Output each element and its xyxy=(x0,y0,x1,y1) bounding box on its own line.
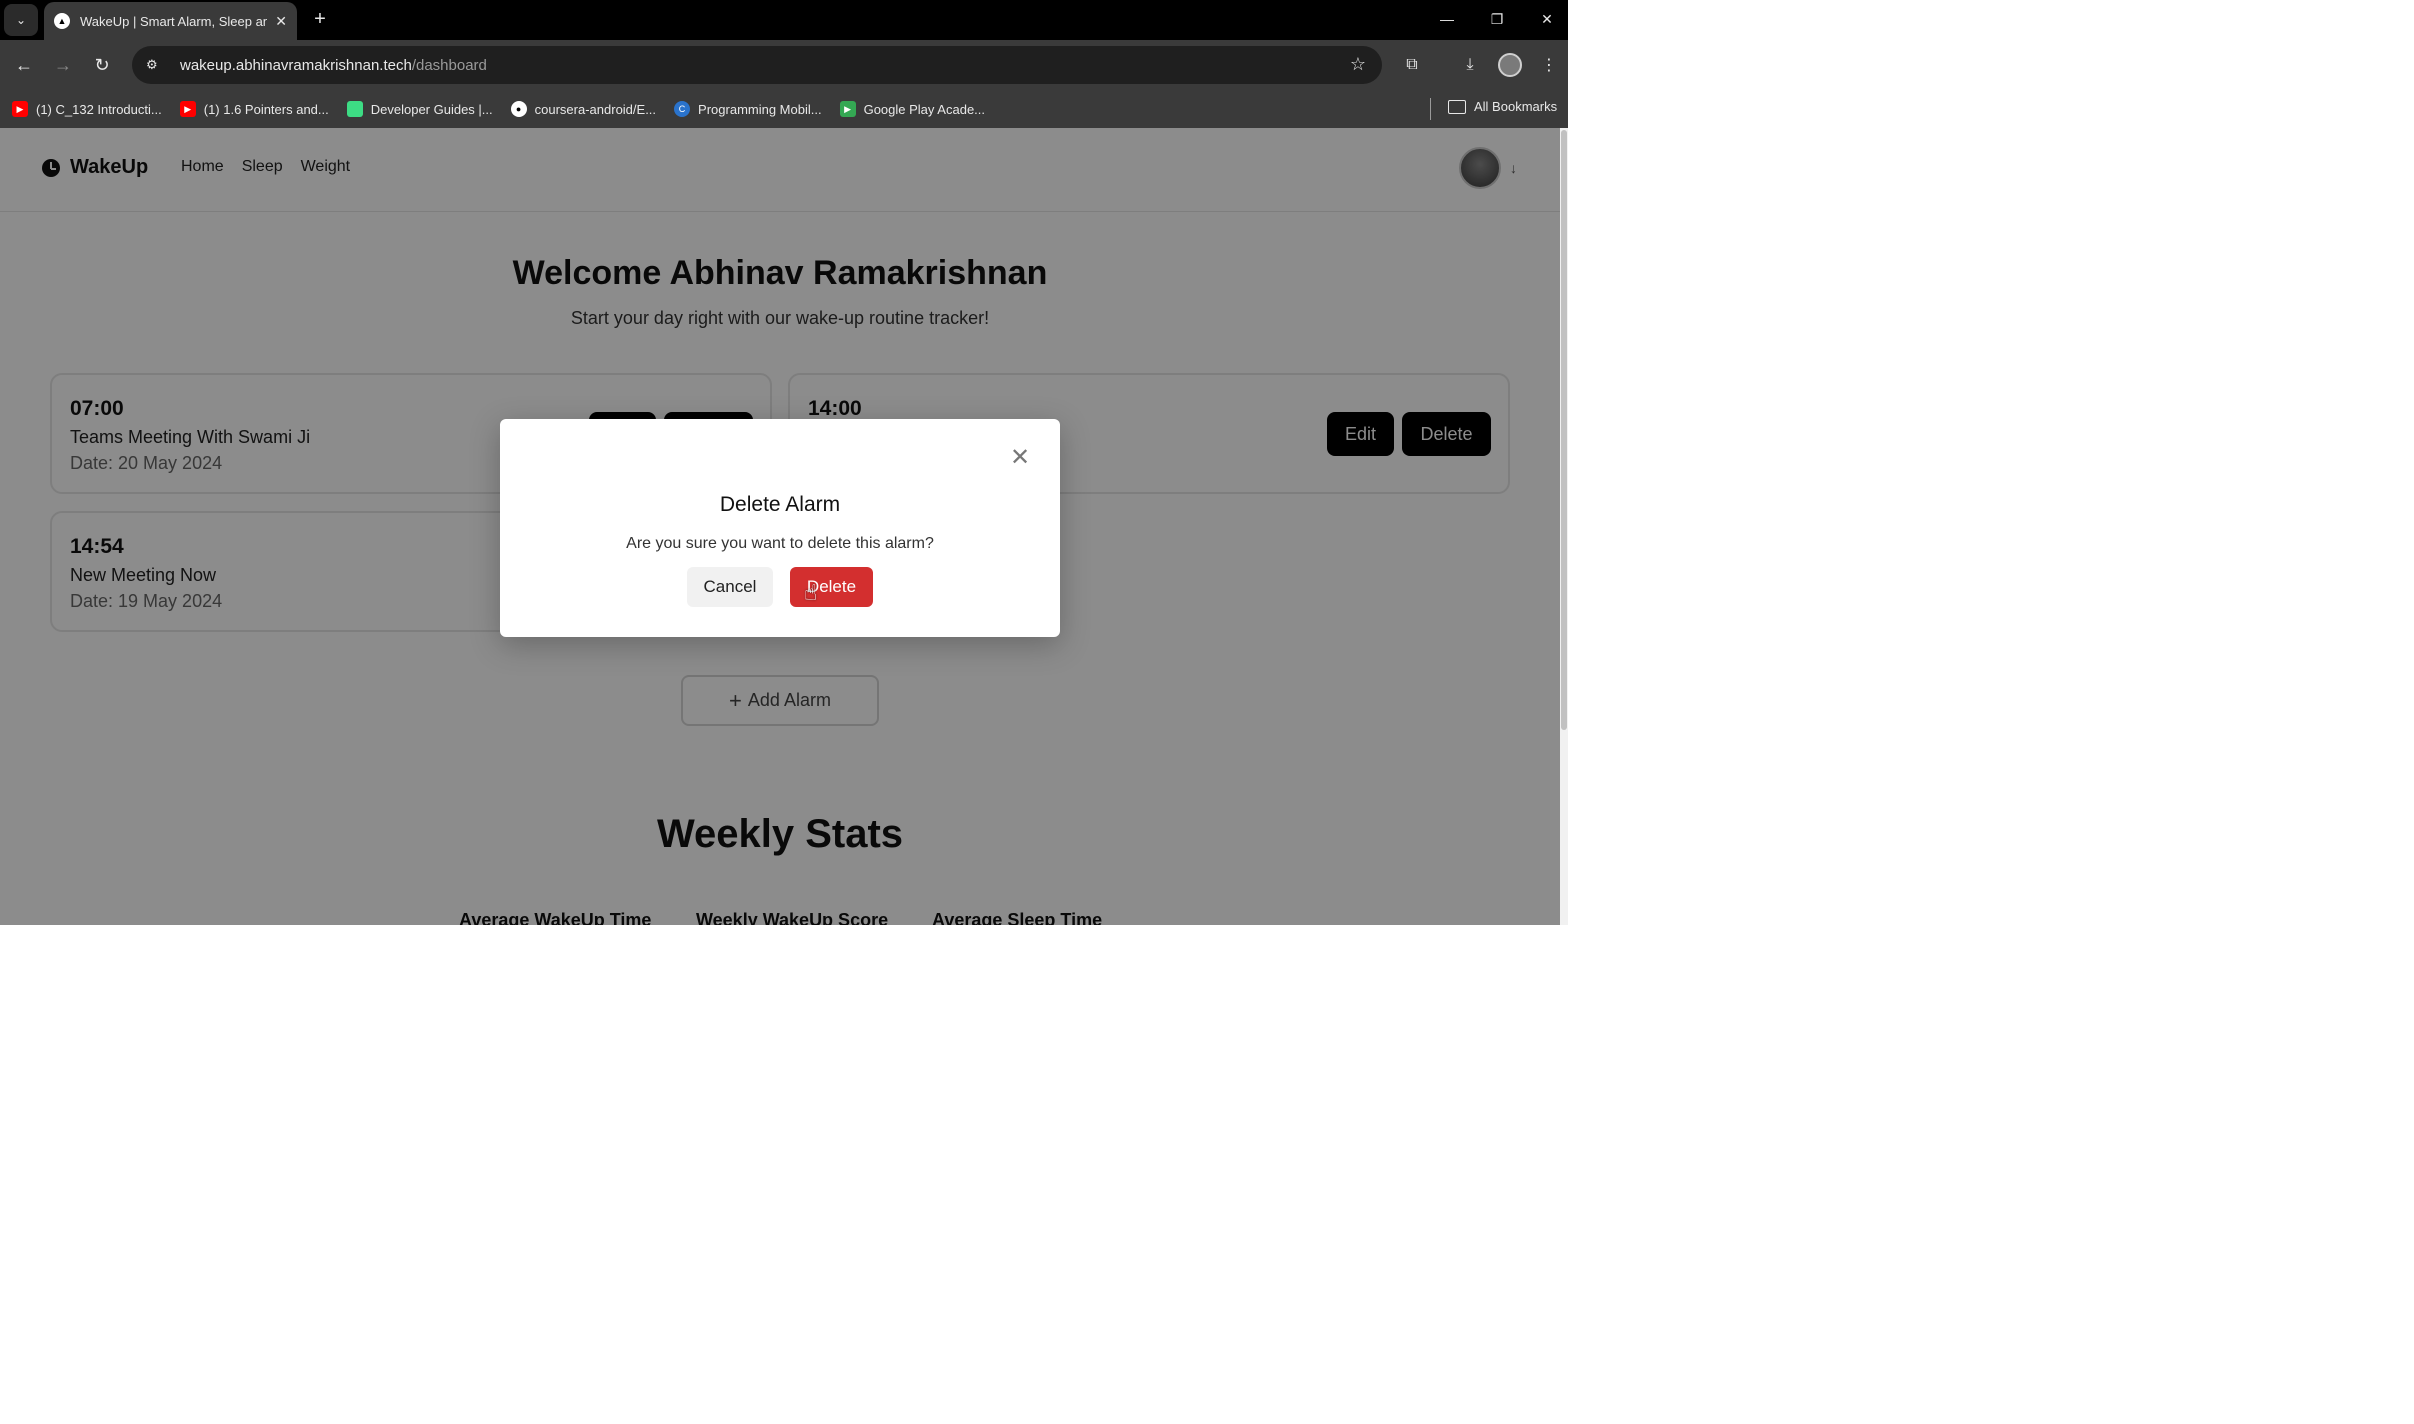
new-tab-plus-icon[interactable]: + xyxy=(308,7,332,31)
dialog-message: Are you sure you want to delete this ala… xyxy=(626,535,934,552)
bookmark-item[interactable]: C Programming Mobil... xyxy=(674,101,822,117)
reload-icon[interactable]: ↻ xyxy=(90,53,114,77)
folder-icon xyxy=(1448,99,1466,114)
youtube-icon: ▶ xyxy=(12,101,28,117)
browser-tab-active[interactable]: ▲ WakeUp | Smart Alarm, Sleep an ✕ xyxy=(44,2,297,40)
dialog-title: Delete Alarm xyxy=(719,493,841,516)
bookmark-star-icon[interactable]: ☆ xyxy=(1350,54,1366,75)
page-scrollbar[interactable] xyxy=(1560,128,1568,925)
scrollbar-thumb[interactable] xyxy=(1561,130,1567,730)
forward-arrow-icon[interactable]: → xyxy=(51,53,75,77)
bookmarks-separator xyxy=(1430,98,1431,120)
coursera-icon: C xyxy=(674,101,691,117)
url-path: /dashboard xyxy=(411,56,487,74)
android-icon xyxy=(346,101,363,117)
tab-close-icon[interactable]: ✕ xyxy=(275,13,287,30)
bookmark-item[interactable]: ● coursera-android/E... xyxy=(510,101,656,117)
window-close-icon[interactable]: ✕ xyxy=(1522,0,1572,38)
tab-list-chevron-icon[interactable]: ⌄ xyxy=(4,4,38,36)
bookmark-item[interactable]: ▶ (1) 1.6 Pointers and... xyxy=(179,101,329,117)
confirm-delete-button[interactable]: Delete xyxy=(790,567,873,607)
google-play-icon: ▶ xyxy=(839,101,856,117)
youtube-icon: ▶ xyxy=(179,101,196,117)
extensions-puzzle-icon[interactable]: ⧉ xyxy=(1400,53,1424,77)
browser-tab-bar: ⌄ ▲ WakeUp | Smart Alarm, Sleep an ✕ + —… xyxy=(0,0,1568,40)
all-bookmarks[interactable]: All Bookmarks xyxy=(1448,99,1557,114)
cancel-button[interactable]: Cancel xyxy=(687,567,773,607)
close-icon[interactable]: ✕ xyxy=(1010,443,1030,472)
address-bar[interactable]: ⚙ wakeup.abhinavramakrishnan.tech/dashbo… xyxy=(132,46,1382,84)
bookmark-item[interactable]: ▶ Google Play Acade... xyxy=(839,101,985,117)
browser-toolbar: ← → ↻ ⚙ wakeup.abhinavramakrishnan.tech /… xyxy=(0,40,1568,90)
bookmarks-bar: ▶ (1) C_132 Introducti... ▶ (1) 1.6 Pointe… xyxy=(0,90,1568,128)
download-icon[interactable]: ⤓ xyxy=(1458,53,1482,77)
url-host: wakeup.abhinavramakrishnan.tech xyxy=(180,56,412,74)
hand-pointer-cursor-icon: ☝ xyxy=(804,580,818,605)
profile-avatar-icon[interactable] xyxy=(1498,53,1522,77)
site-info-icon[interactable]: ⚙ xyxy=(146,57,166,73)
wakeup-favicon-icon: ▲ xyxy=(54,13,70,29)
tab-title: WakeUp | Smart Alarm, Sleep an xyxy=(80,13,268,29)
minimize-icon[interactable]: — xyxy=(1422,0,1472,38)
github-icon: ● xyxy=(510,101,527,117)
web-page: WakeUp Home Sleep Weight ↓ Welcome Abhin… xyxy=(0,128,1568,925)
bookmark-item[interactable]: ▶ (1) C_132 Introducti... xyxy=(12,101,162,117)
back-arrow-icon[interactable]: ← xyxy=(12,53,36,77)
bookmark-item[interactable]: Developer Guides |... xyxy=(346,101,493,117)
delete-alarm-dialog: ✕ Delete Alarm Are you sure you want to … xyxy=(500,419,1060,637)
browser-menu-icon[interactable]: ⋮ xyxy=(1537,53,1561,77)
restore-icon[interactable]: ❐ xyxy=(1472,0,1522,38)
